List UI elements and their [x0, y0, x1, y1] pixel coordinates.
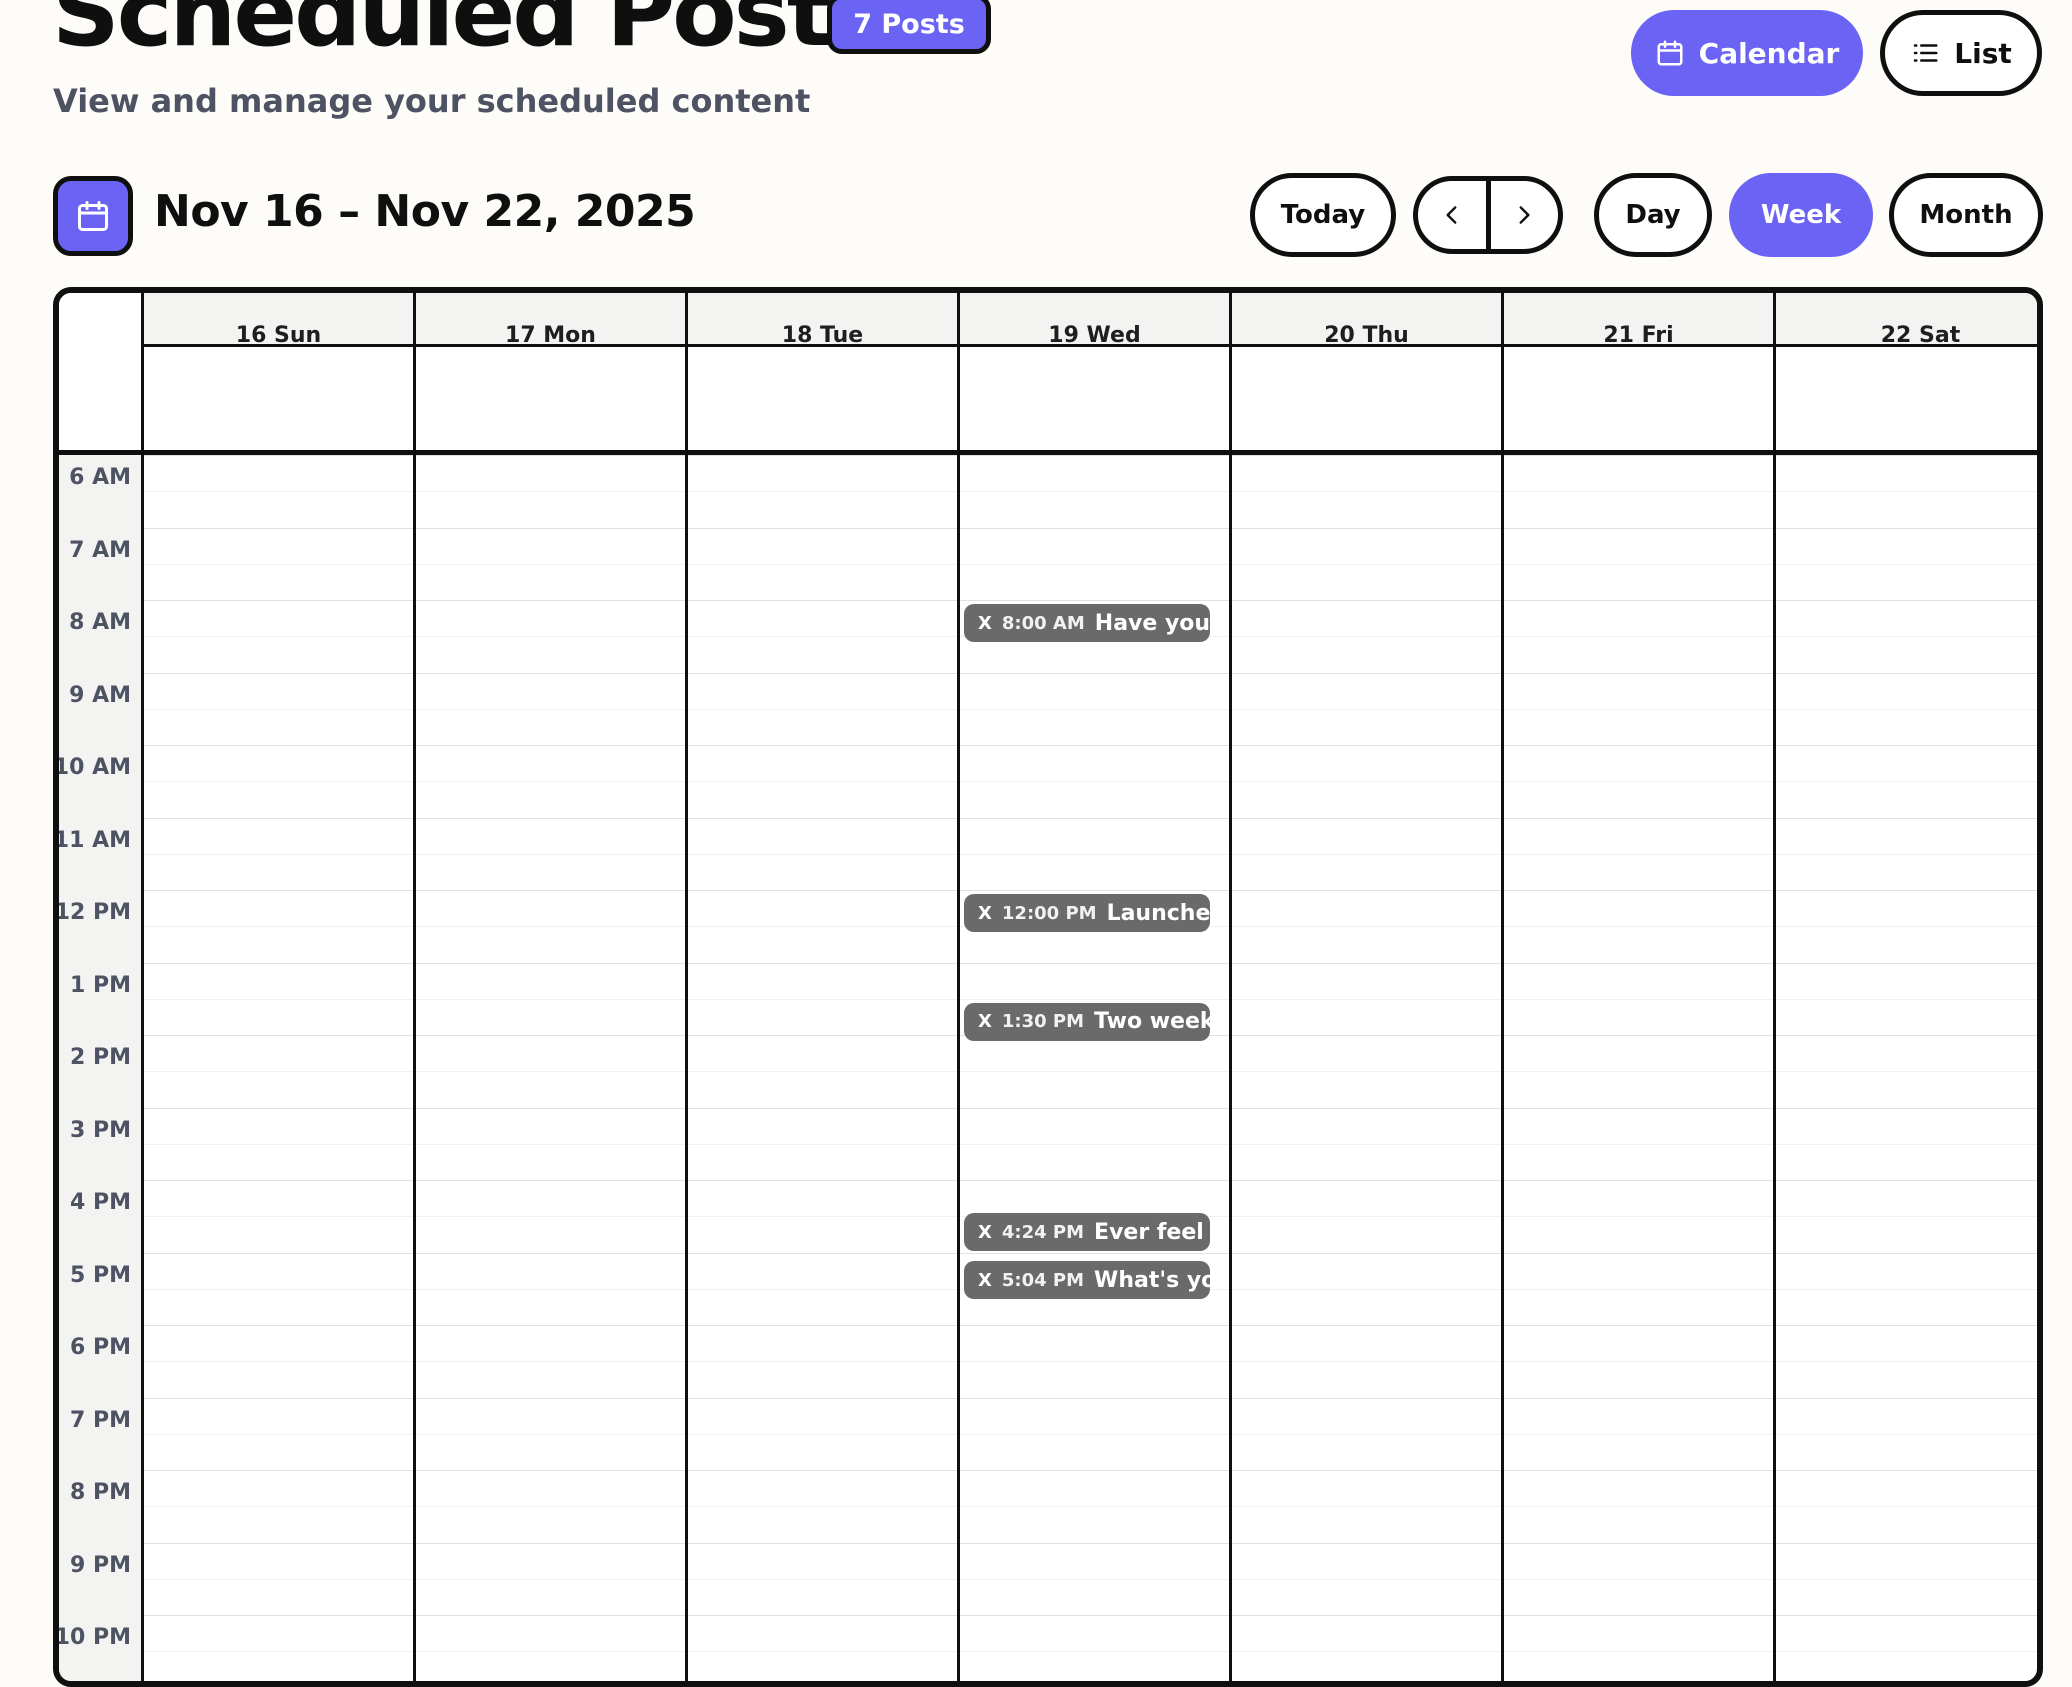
x-icon: X — [978, 612, 992, 634]
day-header[interactable]: 17 Mon — [416, 293, 688, 348]
day-header[interactable]: 16 Sun — [144, 293, 416, 348]
scheduled-post-event[interactable]: X 1:30 PM Two weeks — [964, 1002, 1210, 1041]
time-label: 3 PM — [70, 1117, 131, 1143]
time-label: 5 PM — [70, 1262, 131, 1288]
x-icon: X — [978, 1011, 992, 1033]
day-header[interactable]: 18 Tue — [688, 293, 960, 348]
day-header-label: 19 Wed — [1048, 323, 1141, 348]
day-column[interactable] — [416, 455, 688, 1681]
time-label: 6 AM — [69, 465, 131, 490]
page-title: Scheduled Posts — [52, 0, 885, 68]
time-label: 11 AM — [53, 827, 131, 853]
event-time: 4:24 PM — [1001, 1221, 1085, 1243]
next-week-button[interactable] — [1491, 181, 1559, 249]
week-view-button[interactable]: Week — [1729, 173, 1873, 257]
date-range-title: Nov 16 – Nov 22, 2025 — [154, 186, 696, 237]
time-label: 6 PM — [70, 1335, 131, 1360]
calendar-view-button[interactable]: Calendar — [1631, 10, 1863, 96]
time-label: 8 AM — [69, 610, 131, 635]
day-column[interactable] — [1504, 455, 1776, 1681]
event-time: 5:04 PM — [1001, 1269, 1085, 1291]
day-header[interactable]: 22 Sat — [1776, 293, 2037, 348]
event-title: Two weeks — [1094, 1009, 1210, 1035]
time-label: 8 PM — [70, 1480, 131, 1505]
time-label: 1 PM — [70, 972, 131, 998]
event-title: Launched — [1106, 900, 1210, 926]
event-time: 1:30 PM — [1001, 1011, 1085, 1033]
all-day-cell[interactable] — [416, 347, 688, 453]
event-title: Have you e — [1094, 610, 1210, 636]
event-title: What's you — [1094, 1267, 1210, 1293]
all-day-cell[interactable] — [1504, 347, 1776, 453]
previous-week-button[interactable] — [1418, 181, 1491, 249]
day-column[interactable] — [1776, 455, 2037, 1681]
time-label: 10 PM — [54, 1625, 131, 1650]
chevron-left-icon — [1446, 206, 1457, 224]
all-day-cell[interactable] — [1776, 347, 2037, 453]
all-day-cell[interactable] — [960, 347, 1232, 453]
day-header-label: 16 Sun — [235, 323, 322, 348]
post-count-badge: 7 Posts — [827, 0, 991, 54]
time-label: 9 PM — [70, 1552, 131, 1578]
event-title: Ever feel lik — [1094, 1219, 1210, 1245]
day-header-label: 20 Thu — [1324, 323, 1409, 348]
day-view-button[interactable]: Day — [1594, 173, 1712, 257]
time-gutter: 6 AM 7 AM 8 AM 9 AM 10 AM 11 AM 12 PM 1 PM 2 PM 3… — [59, 455, 144, 1681]
scheduled-post-event[interactable]: X 4:24 PM Ever feel lik — [964, 1213, 1210, 1251]
calendar-icon — [78, 201, 108, 231]
week-navigation — [1413, 176, 1563, 254]
time-label: 7 AM — [69, 537, 131, 563]
list-icon — [1914, 44, 1938, 62]
x-icon: X — [978, 1269, 992, 1291]
scheduled-post-event[interactable]: X 5:04 PM What's you — [964, 1261, 1210, 1300]
day-header-label: 22 Sat — [1880, 323, 1961, 348]
day-header-label: 18 Tue — [781, 323, 864, 348]
time-label: 12 PM — [54, 900, 131, 925]
day-header[interactable]: 20 Thu — [1232, 293, 1504, 348]
date-range-icon-box — [53, 176, 133, 256]
day-header[interactable]: 19 Wed — [960, 293, 1232, 348]
chevron-right-icon — [1519, 206, 1530, 224]
time-label: 7 PM — [70, 1407, 131, 1433]
today-button[interactable]: Today — [1250, 173, 1396, 257]
day-header-label: 21 Fri — [1603, 323, 1674, 348]
scheduled-post-event[interactable]: X 12:00 PM Launched — [964, 894, 1210, 932]
all-day-cell[interactable] — [1232, 347, 1504, 453]
time-label: 2 PM — [70, 1045, 131, 1070]
week-calendar-grid: 16 Sun 17 Mon 18 Tue 19 Wed 20 Thu 21 Fri 22 S… — [53, 287, 2043, 1687]
list-view-button[interactable]: List — [1880, 10, 2042, 96]
calendar-view-label: Calendar — [1698, 36, 1840, 70]
scheduled-post-event[interactable]: X 8:00 AM Have you e — [964, 604, 1210, 642]
day-column[interactable] — [1232, 455, 1504, 1681]
all-day-cell[interactable] — [688, 347, 960, 453]
day-column[interactable] — [144, 455, 416, 1681]
time-label: 9 AM — [69, 682, 131, 708]
time-label: 10 AM — [53, 755, 131, 780]
list-view-label: List — [1954, 36, 2012, 70]
all-day-cell[interactable] — [144, 347, 416, 453]
calendar-corner — [59, 293, 144, 453]
month-view-button[interactable]: Month — [1889, 173, 2043, 257]
event-time: 12:00 PM — [1001, 902, 1097, 924]
time-label: 4 PM — [70, 1190, 131, 1215]
calendar-icon — [1657, 40, 1683, 66]
day-header-label: 17 Mon — [505, 323, 596, 348]
event-time: 8:00 AM — [1001, 612, 1085, 634]
x-icon: X — [978, 902, 992, 924]
page-subtitle: View and manage your scheduled content — [53, 82, 811, 120]
day-column[interactable] — [688, 455, 960, 1681]
day-header[interactable]: 21 Fri — [1504, 293, 1776, 348]
x-icon: X — [978, 1221, 992, 1243]
